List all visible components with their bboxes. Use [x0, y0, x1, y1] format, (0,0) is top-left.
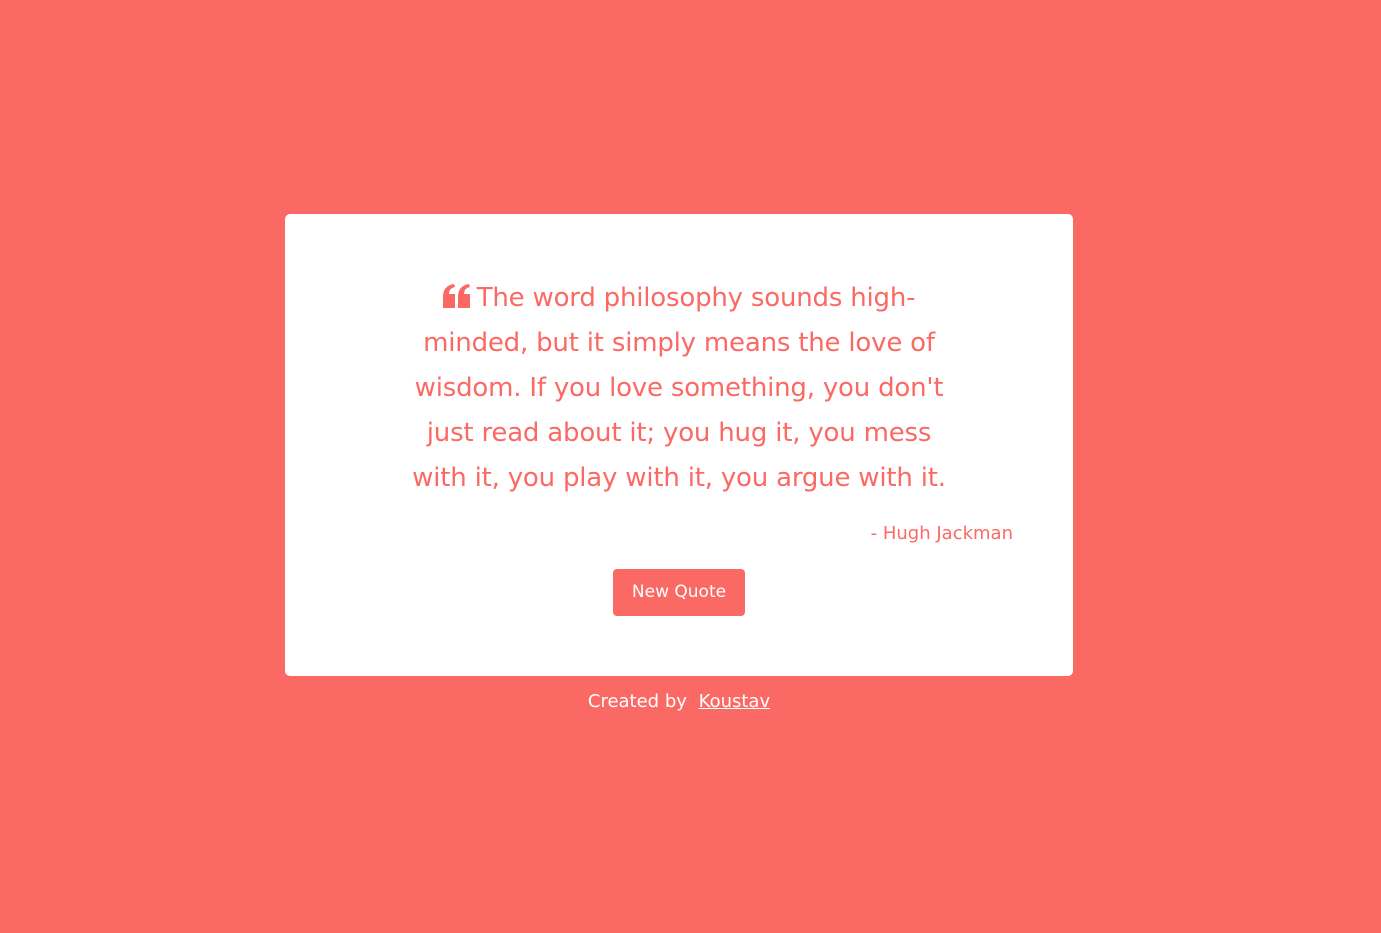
quote-text-block: The word philosophy sounds high-minded, … — [405, 276, 953, 501]
footer-credit-prefix: Created by — [587, 691, 687, 712]
quote-author: - Hugh Jackman — [870, 523, 1013, 544]
quote-left-icon — [442, 284, 471, 308]
author-link[interactable]: Koustav — [699, 691, 770, 712]
footer: Created by Koustav — [0, 688, 1358, 716]
quote-text: The word philosophy sounds high-minded, … — [412, 283, 946, 493]
new-quote-button[interactable]: New Quote — [613, 569, 745, 616]
quote-box: The word philosophy sounds high-minded, … — [285, 214, 1073, 676]
